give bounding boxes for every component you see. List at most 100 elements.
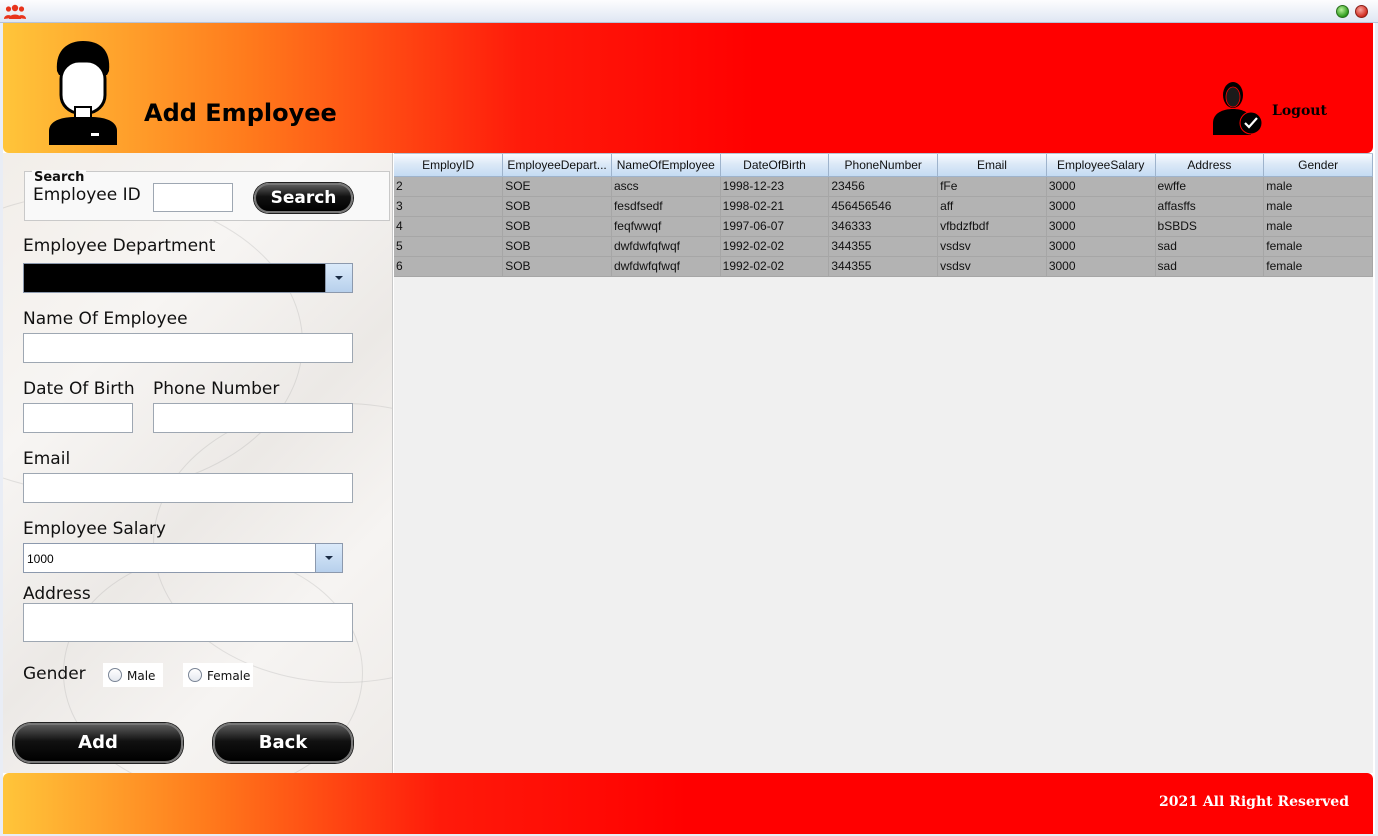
table-row[interactable]: 2 SOE ascs 1998-12-23 23456 fFe 3000 ewffe male: [394, 176, 1373, 197]
table-cell[interactable]: 23456: [828, 176, 939, 197]
table-cell[interactable]: 6: [394, 256, 504, 277]
table-cell[interactable]: aff: [937, 196, 1047, 217]
logout-link[interactable]: Logout: [1272, 103, 1327, 119]
name-input[interactable]: [23, 333, 353, 363]
add-button[interactable]: Add: [13, 723, 183, 763]
email-label: Email: [23, 449, 71, 469]
department-select[interactable]: [23, 263, 353, 293]
table-cell[interactable]: female: [1263, 256, 1373, 277]
footer-copyright: 2021 All Right Reserved: [1158, 794, 1349, 810]
table-cell[interactable]: sad: [1155, 256, 1265, 277]
column-header[interactable]: EmployID: [394, 154, 504, 177]
table-row[interactable]: 5 SOB dwfdwfqfwqf 1992-02-02 344355 vsdsv 3000…: [394, 236, 1373, 257]
table-cell[interactable]: SOE: [502, 176, 612, 197]
table-cell[interactable]: 344355: [828, 236, 939, 257]
table-cell[interactable]: 344355: [828, 256, 939, 277]
table-cell[interactable]: 1992-02-02: [720, 236, 830, 257]
minimize-button[interactable]: [1336, 5, 1349, 18]
name-label: Name Of Employee: [23, 309, 188, 329]
table-row[interactable]: 4 SOB feqfwwqf 1997-06-07 346333 vfbdzfbdf 300…: [394, 216, 1373, 237]
table-cell[interactable]: male: [1263, 196, 1373, 217]
table-cell[interactable]: vfbdzfbdf: [937, 216, 1047, 237]
gender-female-label: Female: [207, 669, 251, 683]
dob-label: Date Of Birth: [23, 379, 135, 399]
back-button[interactable]: Back: [213, 723, 353, 763]
salary-value: 1000: [27, 552, 54, 566]
gender-label: Gender: [23, 664, 86, 684]
app-frame: Add Employee Logout Search Employee ID S…: [3, 23, 1375, 834]
address-input[interactable]: [23, 603, 353, 642]
search-button[interactable]: Search: [254, 183, 353, 213]
table-cell[interactable]: 3: [394, 196, 504, 217]
column-header[interactable]: Email: [937, 154, 1047, 177]
radio-circle-icon[interactable]: [188, 668, 202, 682]
column-header[interactable]: Address: [1155, 154, 1265, 177]
column-header[interactable]: EmployeeDepart...: [502, 154, 612, 177]
column-header[interactable]: Gender: [1263, 154, 1373, 177]
table-cell[interactable]: 3000: [1046, 256, 1156, 277]
column-header[interactable]: DateOfBirth: [720, 154, 830, 177]
dob-input[interactable]: [23, 403, 133, 433]
user-check-icon[interactable]: [1213, 81, 1263, 135]
gender-male-label: Male: [127, 669, 156, 683]
table-cell[interactable]: female: [1263, 236, 1373, 257]
table-cell[interactable]: 2: [394, 176, 504, 197]
chevron-down-icon[interactable]: [325, 264, 352, 292]
table-cell[interactable]: affasffs: [1155, 196, 1265, 217]
table-cell[interactable]: 3000: [1046, 216, 1156, 237]
employee-id-label: Employee ID: [33, 185, 141, 205]
table-cell[interactable]: SOB: [502, 216, 612, 237]
table-row[interactable]: 6 SOB dwfdwfqfwqf 1992-02-02 344355 vsdsv 3000…: [394, 256, 1373, 277]
table-cell[interactable]: 3000: [1046, 196, 1156, 217]
table-cell[interactable]: 1992-02-02: [720, 256, 830, 277]
chevron-down-icon[interactable]: [315, 544, 342, 572]
table-cell[interactable]: SOB: [502, 256, 612, 277]
table-cell[interactable]: dwfdwfqfwqf: [611, 236, 721, 257]
table-cell[interactable]: fesdfsedf: [611, 196, 721, 217]
email-input[interactable]: [23, 473, 353, 503]
column-header[interactable]: PhoneNumber: [828, 154, 939, 177]
table-cell[interactable]: ewffe: [1155, 176, 1265, 197]
table-cell[interactable]: feqfwwqf: [611, 216, 721, 237]
gender-female-radio[interactable]: Female: [183, 663, 253, 687]
table-cell[interactable]: fFe: [937, 176, 1047, 197]
table-row[interactable]: 3 SOB fesdfsedf 1998-02-21 456456546 aff 3000 a…: [394, 196, 1373, 217]
phone-input[interactable]: [153, 403, 353, 433]
page-title: Add Employee: [144, 99, 337, 127]
table-cell[interactable]: 346333: [828, 216, 939, 237]
table-cell[interactable]: 3000: [1046, 176, 1156, 197]
salary-select[interactable]: 1000: [23, 543, 343, 573]
table-cell[interactable]: 1998-02-21: [720, 196, 830, 217]
table-cell[interactable]: male: [1263, 216, 1373, 237]
table-cell[interactable]: 1998-12-23: [720, 176, 830, 197]
table-cell[interactable]: 3000: [1046, 236, 1156, 257]
radio-circle-icon[interactable]: [108, 668, 122, 682]
table-cell[interactable]: 1997-06-07: [720, 216, 830, 237]
employee-form-panel: Search Employee ID Search Employee Depar…: [3, 153, 393, 773]
people-group-icon: [4, 4, 26, 19]
table-cell[interactable]: 4: [394, 216, 504, 237]
table-cell[interactable]: 456456546: [828, 196, 939, 217]
table-cell[interactable]: bSBDS: [1155, 216, 1265, 237]
user-avatar-icon: [49, 41, 117, 145]
gender-male-radio[interactable]: Male: [103, 663, 163, 687]
employee-table-area: EmployID EmployeeDepart... NameOfEmployee D…: [394, 153, 1373, 773]
table-cell[interactable]: vsdsv: [937, 236, 1047, 257]
column-header[interactable]: NameOfEmployee: [611, 154, 721, 177]
table-cell[interactable]: 5: [394, 236, 504, 257]
table-cell[interactable]: sad: [1155, 236, 1265, 257]
table-header-row: EmployID EmployeeDepart... NameOfEmployee D…: [394, 154, 1373, 177]
table-cell[interactable]: ascs: [611, 176, 721, 197]
table-cell[interactable]: SOB: [502, 236, 612, 257]
department-label: Employee Department: [23, 236, 216, 256]
table-cell[interactable]: male: [1263, 176, 1373, 197]
table-cell[interactable]: dwfdwfqfwqf: [611, 256, 721, 277]
employee-id-input[interactable]: [153, 183, 233, 212]
phone-label: Phone Number: [153, 379, 280, 399]
close-button[interactable]: [1355, 5, 1368, 18]
column-header[interactable]: EmployeeSalary: [1046, 154, 1156, 177]
table-cell[interactable]: vsdsv: [937, 256, 1047, 277]
table-cell[interactable]: SOB: [502, 196, 612, 217]
address-label: Address: [23, 584, 91, 604]
salary-label: Employee Salary: [23, 519, 166, 539]
